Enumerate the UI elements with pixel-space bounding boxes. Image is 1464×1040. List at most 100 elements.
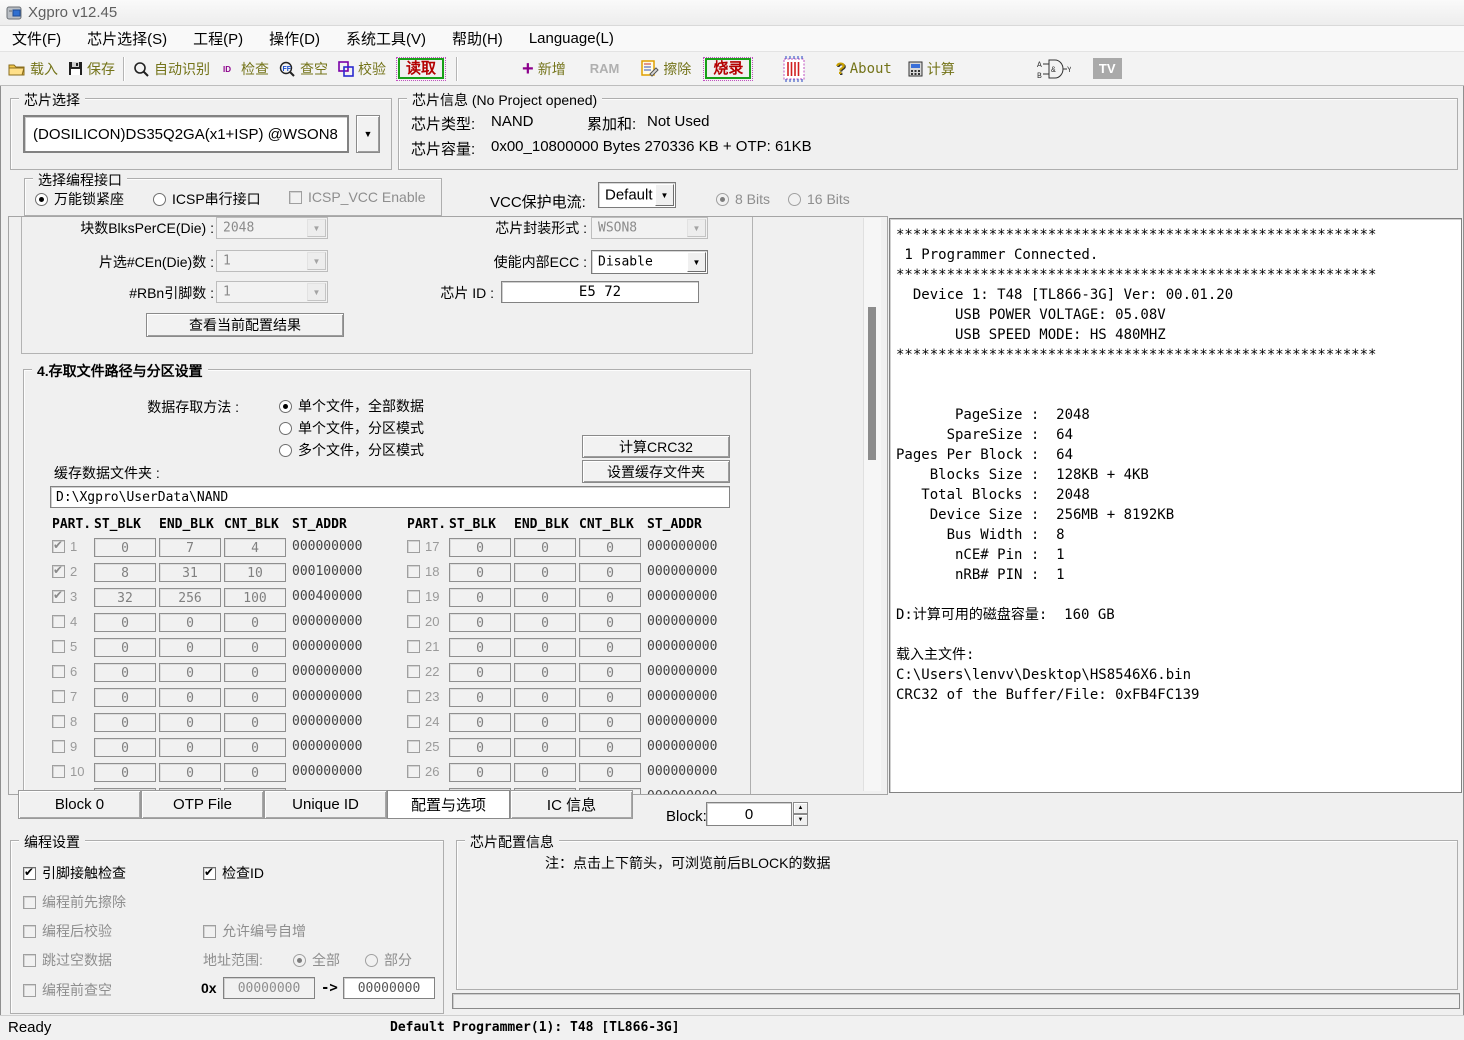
partition-enable-checkbox[interactable] xyxy=(52,715,65,728)
st-blk-input[interactable]: 0 xyxy=(94,688,156,707)
cnt-blk-input[interactable]: 0 xyxy=(224,613,286,632)
st-blk-input[interactable]: 0 xyxy=(449,713,511,732)
partition-enable-checkbox[interactable] xyxy=(52,565,65,578)
pin-check-checkbox[interactable]: 引脚接触检查 xyxy=(23,863,126,883)
cnt-blk-input[interactable]: 0 xyxy=(224,663,286,682)
end-blk-input[interactable]: 0 xyxy=(514,688,576,707)
menu-file[interactable]: 文件(F) xyxy=(12,28,61,49)
cnt-blk-input[interactable]: 0 xyxy=(224,688,286,707)
verify-button[interactable]: 校验 xyxy=(338,59,386,79)
menu-chip-select[interactable]: 芯片选择(S) xyxy=(87,28,167,49)
st-blk-input[interactable]: 0 xyxy=(94,613,156,632)
st-blk-input[interactable]: 0 xyxy=(449,538,511,557)
end-blk-input[interactable]: 0 xyxy=(514,713,576,732)
check-id-checkbox[interactable]: 检查ID xyxy=(203,863,264,883)
calculator-button[interactable]: 计算 xyxy=(908,59,955,79)
save-button[interactable]: 保存 xyxy=(68,59,115,79)
end-blk-input[interactable]: 0 xyxy=(514,538,576,557)
cnt-blk-input[interactable]: 0 xyxy=(579,613,641,632)
menu-operation[interactable]: 操作(D) xyxy=(269,28,320,49)
st-blk-input[interactable]: 0 xyxy=(449,613,511,632)
load-button[interactable]: 载入 xyxy=(8,59,58,79)
partition-enable-checkbox[interactable] xyxy=(52,590,65,603)
add-button[interactable]: + 新增 xyxy=(522,59,566,79)
st-blk-input[interactable]: 0 xyxy=(449,763,511,782)
burn-button[interactable]: 烧录 xyxy=(703,57,753,81)
st-blk-input[interactable]: 0 xyxy=(449,663,511,682)
partition-enable-checkbox[interactable] xyxy=(52,740,65,753)
end-blk-input[interactable]: 0 xyxy=(514,563,576,582)
partition-enable-checkbox[interactable] xyxy=(407,665,420,678)
partition-enable-checkbox[interactable] xyxy=(407,615,420,628)
partition-enable-checkbox[interactable] xyxy=(52,615,65,628)
end-blk-input[interactable]: 0 xyxy=(159,688,221,707)
icsp-radio[interactable]: ICSP串行接口 xyxy=(153,189,261,209)
spin-down-button[interactable]: ▼ xyxy=(793,814,808,826)
tab-ic-信息[interactable]: IC 信息 xyxy=(510,790,633,819)
chip-select-combobox[interactable]: (DOSILICON)DS35Q2GA(x1+ISP) @WSON8 xyxy=(23,115,349,153)
menu-system-tools[interactable]: 系统工具(V) xyxy=(346,28,426,49)
calc-crc32-button[interactable]: 计算CRC32 xyxy=(582,435,730,458)
cache-folder-input[interactable]: D:\Xgpro\UserData\NAND xyxy=(50,486,730,508)
cnt-blk-input[interactable]: 0 xyxy=(579,713,641,732)
vcc-combobox[interactable]: Default ▼ xyxy=(598,182,676,208)
end-blk-input[interactable]: 0 xyxy=(514,663,576,682)
cnt-blk-input[interactable]: 0 xyxy=(579,588,641,607)
partition-enable-checkbox[interactable] xyxy=(407,540,420,553)
cnt-blk-input[interactable]: 0 xyxy=(579,663,641,682)
cnt-blk-input[interactable]: 100 xyxy=(224,588,286,607)
end-blk-input[interactable]: 0 xyxy=(514,738,576,757)
logic-gate-button[interactable]: AB&Y xyxy=(1037,58,1071,80)
st-blk-input[interactable]: 0 xyxy=(94,638,156,657)
cnt-blk-input[interactable]: 0 xyxy=(224,763,286,782)
socket-radio[interactable]: 万能锁紧座 xyxy=(35,189,124,209)
cnt-blk-input[interactable]: 10 xyxy=(224,563,286,582)
tab-unique-id[interactable]: Unique ID xyxy=(264,790,387,819)
menu-project[interactable]: 工程(P) xyxy=(193,28,243,49)
vertical-scrollbar[interactable] xyxy=(863,218,881,791)
partition-enable-checkbox[interactable] xyxy=(407,740,420,753)
method-radio-single-all[interactable]: 单个文件，全部数据 xyxy=(279,396,424,416)
end-blk-input[interactable]: 0 xyxy=(159,763,221,782)
chip-id-input[interactable]: E5 72 xyxy=(501,281,699,303)
end-blk-input[interactable]: 0 xyxy=(159,663,221,682)
cnt-blk-input[interactable]: 0 xyxy=(224,738,286,757)
end-blk-input[interactable]: 0 xyxy=(514,638,576,657)
log-panel[interactable]: ****************************************… xyxy=(889,218,1462,793)
tab-otp-file[interactable]: OTP File xyxy=(141,790,264,819)
partition-enable-checkbox[interactable] xyxy=(52,640,65,653)
end-blk-input[interactable]: 0 xyxy=(159,613,221,632)
end-blk-input[interactable]: 0 xyxy=(514,763,576,782)
partition-enable-checkbox[interactable] xyxy=(407,690,420,703)
partition-enable-checkbox[interactable] xyxy=(52,665,65,678)
block-input[interactable]: 0 xyxy=(706,802,792,826)
menu-help[interactable]: 帮助(H) xyxy=(452,28,503,49)
blank-check-button[interactable]: FF 查空 xyxy=(279,59,328,79)
end-blk-input[interactable]: 0 xyxy=(159,638,221,657)
method-radio-multi-part[interactable]: 多个文件，分区模式 xyxy=(279,440,424,460)
partition-enable-checkbox[interactable] xyxy=(407,715,420,728)
check-id-button[interactable]: ID 检查 xyxy=(220,59,269,79)
auto-detect-button[interactable]: 自动识别 xyxy=(133,59,210,79)
partition-enable-checkbox[interactable] xyxy=(407,565,420,578)
ecc-combobox[interactable]: Disable ▼ xyxy=(591,250,708,274)
cnt-blk-input[interactable]: 0 xyxy=(579,563,641,582)
cnt-blk-input[interactable]: 4 xyxy=(224,538,286,557)
st-blk-input[interactable]: 32 xyxy=(94,588,156,607)
set-cache-folder-button[interactable]: 设置缓存文件夹 xyxy=(582,460,730,483)
st-blk-input[interactable]: 8 xyxy=(94,563,156,582)
tab-block-0[interactable]: Block 0 xyxy=(18,790,141,819)
end-blk-input[interactable]: 256 xyxy=(159,588,221,607)
spin-up-button[interactable]: ▲ xyxy=(793,802,808,814)
partition-enable-checkbox[interactable] xyxy=(52,540,65,553)
cnt-blk-input[interactable]: 0 xyxy=(579,538,641,557)
scrollbar-thumb[interactable] xyxy=(868,307,876,460)
end-blk-input[interactable]: 0 xyxy=(514,588,576,607)
end-blk-input[interactable]: 0 xyxy=(159,713,221,732)
method-radio-single-part[interactable]: 单个文件，分区模式 xyxy=(279,418,424,438)
cnt-blk-input[interactable]: 0 xyxy=(579,638,641,657)
partition-enable-checkbox[interactable] xyxy=(52,690,65,703)
st-blk-input[interactable]: 0 xyxy=(449,738,511,757)
end-blk-input[interactable]: 31 xyxy=(159,563,221,582)
end-blk-input[interactable]: 0 xyxy=(159,738,221,757)
